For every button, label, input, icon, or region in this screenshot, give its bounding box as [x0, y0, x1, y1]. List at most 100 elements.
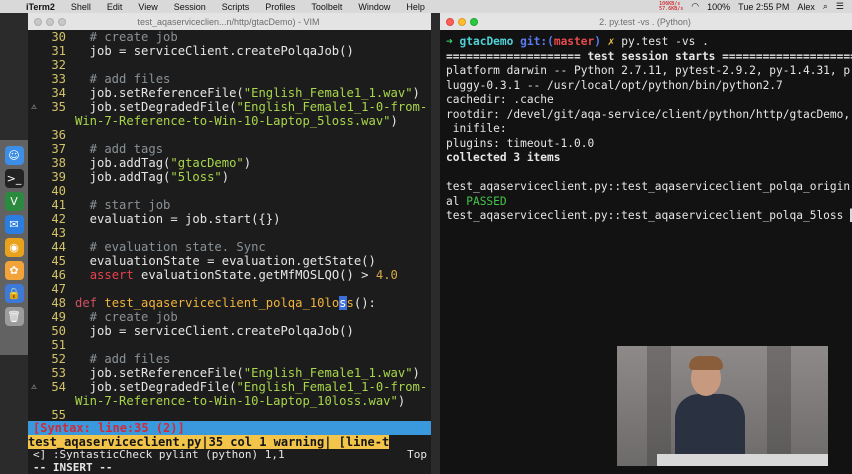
line-gutter [28, 114, 75, 128]
zoom-button[interactable] [470, 17, 478, 26]
code-token: ) [221, 170, 230, 184]
code-editor[interactable]: 30 # create job 31 job = serviceClient.cr… [28, 30, 431, 422]
menu-shell[interactable]: Shell [63, 2, 99, 12]
menu-bar: iTerm2 Shell Edit View Session Scripts P… [0, 0, 852, 13]
line-gutter: 40 [28, 184, 75, 198]
code-line[interactable]: 42 evaluation = job.start({}) [28, 212, 431, 226]
code-text: # add files [75, 72, 431, 86]
code-line[interactable]: 52 # add files [28, 352, 431, 366]
code-line[interactable]: Win-7-Reference-to-Win-10-Laptop_10loss.… [28, 394, 431, 408]
zoom-button[interactable] [58, 17, 66, 26]
line-gutter: 50 [28, 324, 75, 338]
code-line[interactable]: ⚠ 54 job.setDegradedFile("English_Female1… [28, 380, 431, 394]
code-line[interactable]: 34 job.setReferenceFile("English_Female1… [28, 86, 431, 100]
vim-titlebar[interactable]: test_aqaserviceclien...n/http/gtacDemo) … [28, 13, 431, 30]
wifi-icon[interactable]: ◠ [691, 1, 699, 12]
shell-prompt: ➜ gtacDemo git:(master) ✗ py.test -vs . [446, 35, 848, 50]
podium [657, 454, 828, 466]
vim-command-line[interactable]: <] :SyntasticCheck pylint (python) 1,1 T… [28, 449, 431, 461]
line-number: 41 [51, 198, 66, 212]
finder-icon[interactable]: ☺ [4, 146, 24, 165]
clock[interactable]: Tue 2:55 PM [738, 2, 789, 12]
chrome-icon[interactable]: ◉ [4, 238, 24, 257]
chat-icon[interactable]: ✉ [4, 215, 24, 234]
code-line[interactable]: 46 assert evaluationState.getMfMOSLQO() … [28, 268, 431, 282]
code-line[interactable]: 39 job.addTag("5loss") [28, 170, 431, 184]
user-name[interactable]: Alex [797, 2, 815, 12]
line-gutter: 45 [28, 254, 75, 268]
sign-column [28, 30, 40, 44]
battery-percent[interactable]: 100% [707, 2, 730, 12]
menu-profiles[interactable]: Profiles [257, 2, 303, 12]
code-line[interactable]: Win-7-Reference-to-Win-10-Laptop_5loss.w… [28, 114, 431, 128]
minimize-button[interactable] [458, 17, 466, 26]
terminal-text: al [446, 194, 467, 208]
vim-window: test_aqaserviceclien...n/http/gtacDemo) … [28, 13, 431, 474]
code-token: ) [243, 156, 252, 170]
terminal-text: platform darwin -- Python 2.7.11, pytest… [446, 64, 851, 77]
menu-view[interactable]: View [130, 2, 165, 12]
command-text: <] :SyntasticCheck pylint (python) 1,1 [33, 448, 285, 461]
code-token: def [75, 296, 98, 310]
close-button[interactable] [446, 17, 454, 26]
code-token: ) [390, 114, 398, 128]
menu-scripts[interactable]: Scripts [214, 2, 258, 12]
notification-list-icon[interactable]: ☰ [836, 1, 844, 12]
code-line[interactable]: 40 [28, 184, 431, 198]
code-line[interactable]: 37 # add tags [28, 142, 431, 156]
terminal-line: rootdir: /devel/git/aqa-service/client/p… [446, 108, 850, 123]
menu-help[interactable]: Help [398, 2, 433, 12]
terminal-output[interactable]: ➜ gtacDemo git:(master) ✗ py.test -vs . … [446, 35, 852, 224]
spotlight-search-icon[interactable]: ⌕ [823, 1, 828, 12]
menu-app-name[interactable]: iTerm2 [22, 2, 63, 12]
photos-icon[interactable]: ✿ [4, 261, 24, 280]
code-line[interactable]: 32 [28, 58, 431, 72]
menu-session[interactable]: Session [166, 2, 214, 12]
code-line[interactable]: 45 evaluationState = evaluation.getState… [28, 254, 431, 268]
code-line[interactable]: 49 # create job [28, 310, 431, 324]
code-line[interactable]: 31 job = serviceClient.createPolqaJob() [28, 44, 431, 58]
terminal-text: collected 3 items [446, 151, 561, 164]
code-line[interactable]: 43 [28, 226, 431, 240]
code-line[interactable]: 53 job.setReferenceFile("English_Female1… [28, 366, 431, 380]
vim-icon[interactable]: V [4, 192, 24, 211]
close-button[interactable] [34, 17, 42, 26]
network-monitor[interactable]: 106KB/s 57.6KB/s [659, 1, 683, 12]
minimize-button[interactable] [46, 17, 54, 26]
lock-icon[interactable]: 🔒 [4, 284, 24, 303]
wall-panel [647, 346, 671, 466]
code-line[interactable]: 55 [28, 408, 431, 422]
terminal-titlebar[interactable]: 2. py.test -vs . (Python) [440, 13, 852, 30]
menu-edit[interactable]: Edit [99, 2, 131, 12]
code-line[interactable]: 33 # add files [28, 72, 431, 86]
code-line[interactable]: 47 [28, 282, 431, 296]
terminal-line: ==================== test session starts… [446, 50, 852, 65]
code-token: (): [353, 296, 376, 310]
code-line[interactable]: 44 # evaluation state. Sync [28, 240, 431, 254]
menu-toolbelt[interactable]: Toolbelt [303, 2, 350, 12]
code-text: # add files [75, 352, 431, 366]
code-line[interactable]: 50 job = serviceClient.createPolqaJob() [28, 324, 431, 338]
line-gutter: 49 [28, 310, 75, 324]
line-gutter: 44 [28, 240, 75, 254]
sign-column [28, 184, 40, 198]
code-line[interactable]: 48 def test_aqaserviceclient_polqa_10loss… [28, 296, 431, 310]
code-line[interactable]: 51 [28, 338, 431, 352]
trash-icon[interactable]: 🗑 [4, 307, 24, 326]
code-text: job = serviceClient.createPolqaJob() [75, 324, 431, 338]
code-line[interactable]: 30 # create job [28, 30, 431, 44]
line-gutter: 42 [28, 212, 75, 226]
line-gutter [28, 394, 75, 408]
code-line[interactable]: 41 # start job [28, 198, 431, 212]
line-number: 35 [51, 100, 66, 114]
menu-window[interactable]: Window [350, 2, 398, 12]
code-line[interactable]: 38 job.addTag("gtacDemo") [28, 156, 431, 170]
terminal-text: inifile: [446, 122, 507, 135]
code-line[interactable]: 36 [28, 128, 431, 142]
code-line[interactable]: ⚠ 35 job.setDegradedFile("English_Female1… [28, 100, 431, 114]
terminal-icon[interactable]: >_ [4, 169, 24, 188]
terminal-line: al PASSED [446, 195, 848, 210]
